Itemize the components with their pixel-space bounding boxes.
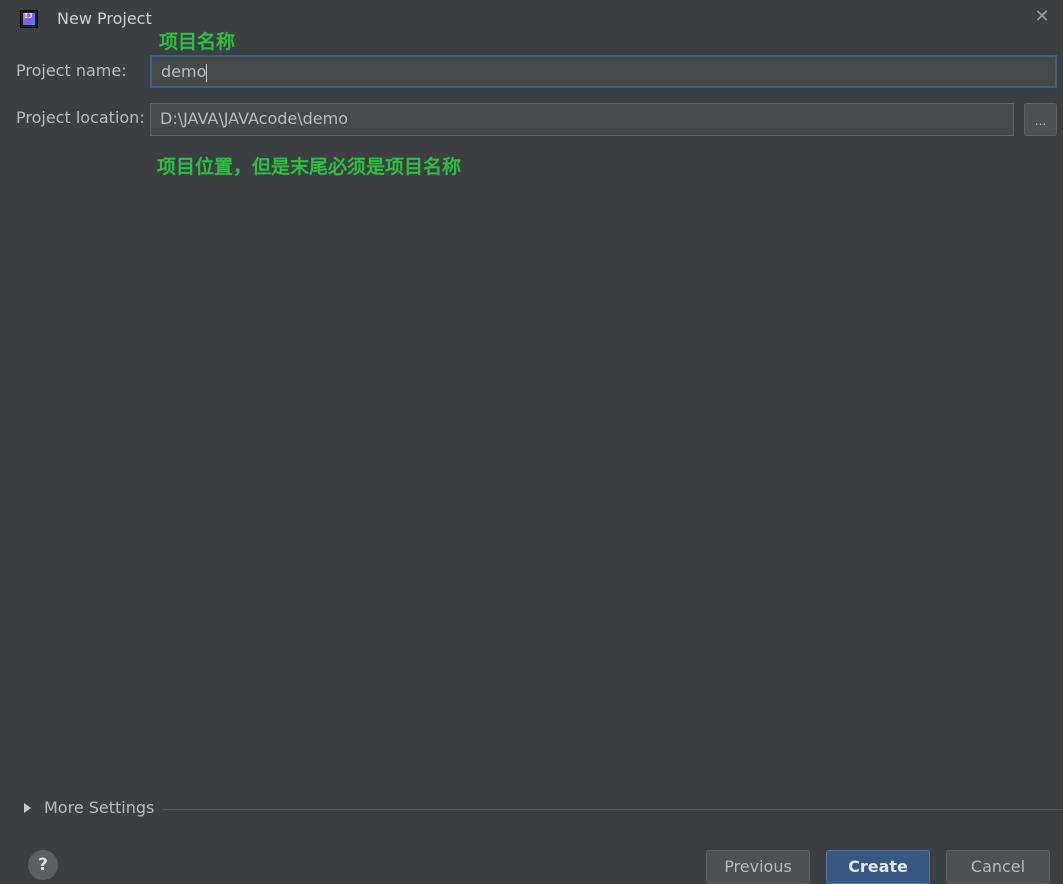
previous-button[interactable]: Previous (706, 850, 810, 884)
help-button[interactable]: ? (28, 850, 58, 880)
window-title: New Project (57, 9, 152, 28)
close-icon[interactable]: ✕ (1031, 6, 1053, 28)
intellij-app-icon: IJ (20, 10, 38, 28)
project-location-label: Project location: (16, 108, 145, 127)
more-settings-divider (162, 809, 1063, 810)
create-button[interactable]: Create (826, 850, 930, 884)
expand-triangle-icon[interactable] (24, 803, 31, 813)
browse-location-button[interactable]: ... (1024, 103, 1057, 136)
more-settings-toggle[interactable]: More Settings (44, 798, 154, 817)
project-location-annotation: 项目位置，但是末尾必须是项目名称 (157, 156, 462, 178)
project-name-annotation: 项目名称 (159, 31, 236, 53)
project-name-label: Project name: (16, 61, 127, 80)
text-caret (206, 63, 208, 82)
project-name-value: demo (161, 62, 207, 81)
project-location-input[interactable]: D:\JAVA\JAVAcode\demo (150, 103, 1014, 136)
project-name-input[interactable]: demo (150, 55, 1057, 88)
cancel-button[interactable]: Cancel (946, 850, 1050, 884)
